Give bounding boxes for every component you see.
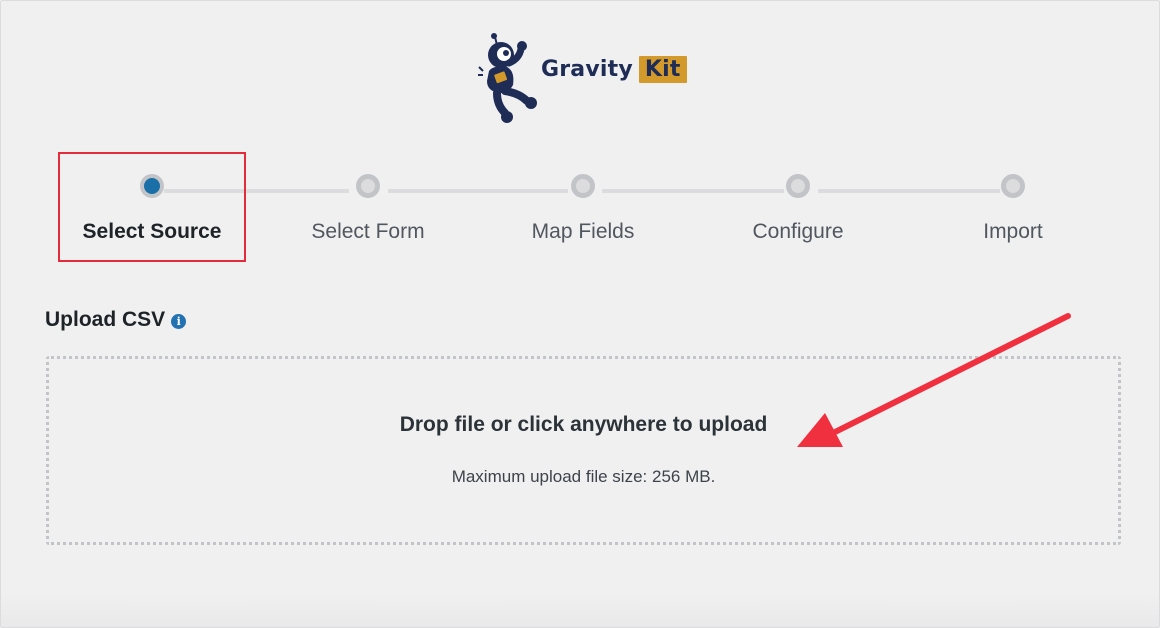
logo-word: Gravity [541,56,633,82]
bottom-edge [1,593,1159,627]
step-indicator [1001,174,1025,198]
upload-csv-title: Upload CSV [45,308,166,331]
upload-csv-heading: Upload CSV i [45,308,187,332]
step-label: Select Form [311,220,425,243]
logo-wordmark: Gravity Kit [541,55,687,83]
step-label: Map Fields [531,220,635,243]
step-indicator [786,174,810,198]
step-map-fields[interactable]: Map Fields [483,174,683,244]
info-icon[interactable]: i [171,313,187,329]
step-import[interactable]: Import [913,174,1113,244]
step-select-form[interactable]: Select Form [268,174,468,244]
max-upload-size-text: Maximum upload file size: 256 MB. [451,467,716,486]
annotation-highlight-box [58,152,246,262]
step-label: Import [983,220,1043,243]
step-label: Configure [752,220,844,243]
step-indicator [356,174,380,198]
gravitykit-logo: Gravity Kit [475,31,687,123]
annotation-arrow-icon [797,313,1071,447]
step-configure[interactable]: Configure [698,174,898,244]
astronaut-logo-icon [478,33,537,123]
logo-kit: Kit [638,55,687,83]
step-indicator [571,174,595,198]
app-frame: Gravity Kit Select Source Select Form Ma… [0,0,1160,628]
